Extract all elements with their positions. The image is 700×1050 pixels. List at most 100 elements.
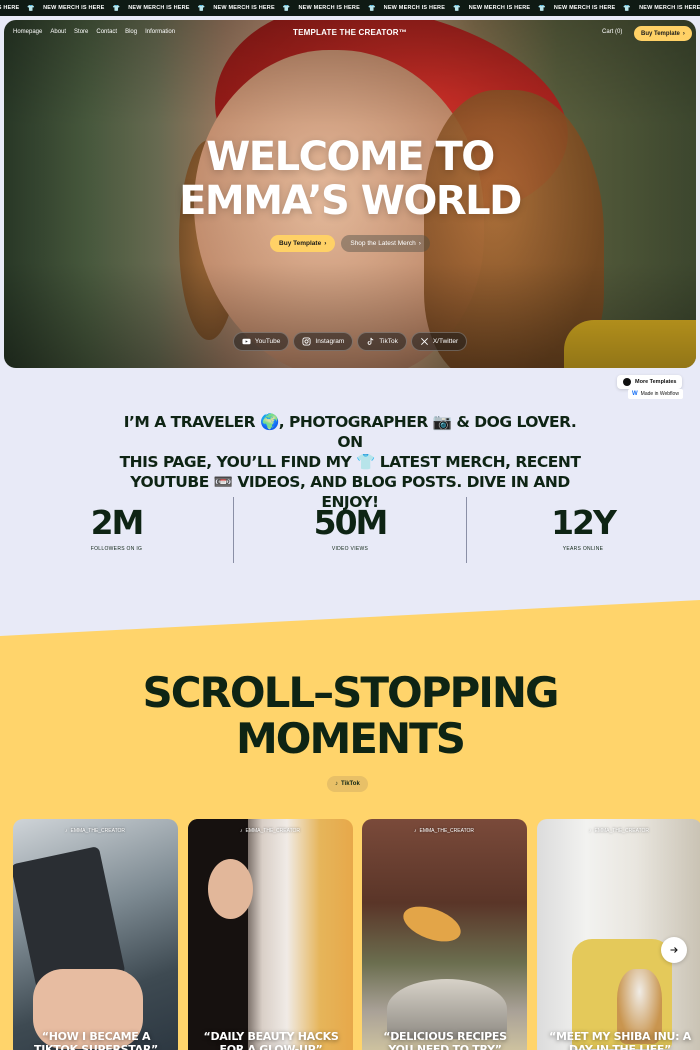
- video-card[interactable]: ♪ EMMA_THE_CREATOR “HOW I BECAME A TIKTOK…: [13, 819, 178, 1050]
- stat-video-views: 50M VIDEO VIEWS: [233, 497, 466, 563]
- card-caption: “DAILY BEAUTY HACKS FOR A GLOW-UP”: [203, 1030, 339, 1050]
- stat-label: FOLLOWERS ON IG: [90, 546, 143, 552]
- chevron-right-icon: ›: [418, 240, 421, 247]
- instagram-icon: [302, 337, 311, 346]
- x-twitter-icon: [420, 338, 428, 345]
- tshirt-icon: 👕: [453, 5, 461, 12]
- hero-buttons: Buy Template › Shop the Latest Merch ›: [4, 235, 696, 252]
- ticker-label: NEW MERCH IS HERE: [213, 5, 275, 11]
- ticker-item: NEW MERCH IS HERE 👕: [128, 5, 213, 12]
- carousel-next-button[interactable]: [661, 937, 687, 963]
- ticker-item: IS HERE 👕: [0, 5, 43, 12]
- tshirt-icon: 👕: [282, 5, 291, 12]
- ticker-item: NEW MERCH IS HERE 👕: [43, 5, 128, 12]
- stat-years-online: 12Y YEARS ONLINE: [466, 497, 699, 563]
- tshirt-icon: 👕: [197, 5, 206, 12]
- stats-row: 2M FOLLOWERS ON IG 50M VIDEO VIEWS 12Y Y…: [0, 497, 700, 563]
- hero-title-line2: EMMA’S WORLD: [179, 178, 522, 224]
- video-card[interactable]: ♪ EMMA_THE_CREATOR “DAILY BEAUTY HACKS FO…: [188, 819, 353, 1050]
- stat-label: YEARS ONLINE: [562, 546, 604, 552]
- buy-template-button[interactable]: Buy Template ›: [270, 235, 336, 252]
- ticker-label: NEW MERCH IS HERE: [553, 5, 616, 11]
- tshirt-icon: 👕: [27, 5, 36, 12]
- social-links: YouTube Instagram TikTok X/Twitter: [4, 332, 696, 351]
- moments-title: SCROLL–STOPPING MOMENTS: [0, 670, 700, 762]
- social-youtube[interactable]: YouTube: [232, 332, 290, 351]
- social-instagram[interactable]: Instagram: [293, 332, 354, 351]
- youtube-icon: [242, 338, 251, 345]
- social-tiktok-label: TikTok: [379, 338, 398, 345]
- more-templates-badge[interactable]: More Templates: [617, 375, 683, 389]
- stat-value: 2M: [90, 503, 145, 542]
- tiktok-icon: ♪: [589, 828, 592, 834]
- card-caption: “HOW I BECAME A TIKTOK SUPERSTAR”: [34, 1030, 158, 1050]
- card-handle: ♪ EMMA_THE_CREATOR: [414, 828, 474, 834]
- card-handle: ♪ EMMA_THE_CREATOR: [65, 828, 125, 834]
- tiktok-pill-label: TikTok: [341, 781, 360, 787]
- tiktok-filter-pill[interactable]: ♪ TikTok: [327, 776, 368, 792]
- webflow-logo-icon: [623, 378, 631, 386]
- ticker-label: NEW MERCH IS HERE: [128, 5, 190, 11]
- ticker-item: NEW MERCH IS HERE 👕: [299, 5, 384, 12]
- shop-merch-label: Shop the Latest Merch: [350, 240, 416, 247]
- ticker-track: IS HERE👕NEW MERCH IS HERE👕NEW MERCH IS H…: [0, 0, 700, 16]
- tshirt-icon: 👕: [112, 5, 121, 12]
- ticker-label: NEW MERCH IS HERE: [383, 5, 446, 11]
- stat-value: 12Y: [551, 503, 617, 542]
- card-caption: “DELICIOUS RECIPES YOU NEED TO TRY”: [383, 1030, 507, 1050]
- tshirt-icon: 👕: [538, 5, 546, 12]
- hero-section: Homepage About Store Contact Blog Inform…: [4, 20, 696, 368]
- card-handle-label: EMMA_THE_CREATOR: [419, 828, 475, 834]
- ticker-label: NEW MERCH IS HERE: [639, 5, 700, 11]
- card-photo-spoon: [398, 899, 466, 949]
- ticker-label: NEW MERCH IS HERE: [43, 5, 105, 11]
- card-photo-face: [208, 859, 253, 919]
- ticker-item: NEW MERCH IS HERE 👕: [384, 5, 469, 12]
- social-x-twitter[interactable]: X/Twitter: [410, 332, 468, 351]
- site-logo[interactable]: TEMPLATE THE CREATOR™: [4, 28, 696, 37]
- ticker-label: NEW MERCH IS HERE: [298, 5, 360, 11]
- webflow-w-icon: W: [632, 391, 638, 397]
- ticker-item: NEW MERCH IS HERE👕: [469, 5, 554, 12]
- tiktok-icon: [367, 337, 374, 345]
- ticker-item: NEW MERCH IS HERE 👕: [213, 5, 298, 12]
- video-card[interactable]: ♪ EMMA_THE_CREATOR “MEET MY SHIBA INU: A …: [537, 819, 700, 1050]
- merch-ticker: IS HERE👕NEW MERCH IS HERE👕NEW MERCH IS H…: [0, 0, 700, 16]
- top-nav: Homepage About Store Contact Blog Inform…: [4, 20, 696, 48]
- tshirt-icon: 👕: [623, 5, 632, 12]
- chevron-right-icon: ›: [682, 30, 685, 37]
- card-handle-label: EMMA_THE_CREATOR: [594, 828, 650, 834]
- arrow-right-icon: [670, 947, 678, 953]
- made-in-webflow-badge[interactable]: W Made in Webflow: [628, 389, 683, 399]
- card-handle-label: EMMA_THE_CREATOR: [245, 828, 301, 834]
- tshirt-icon: 👕: [367, 5, 376, 12]
- nav-buy-template-label: Buy Template: [641, 30, 680, 37]
- nav-buy-template-button[interactable]: Buy Template ›: [634, 26, 692, 41]
- stat-value: 50M: [313, 503, 389, 542]
- more-templates-label: More Templates: [635, 379, 677, 385]
- video-card[interactable]: ♪ EMMA_THE_CREATOR “DELICIOUS RECIPES YOU…: [362, 819, 527, 1050]
- card-handle: ♪ EMMA_THE_CREATOR: [589, 828, 649, 834]
- card-photo-hair: [188, 819, 248, 1050]
- card-caption: “MEET MY SHIBA INU: A DAY IN THE LIFE”: [549, 1030, 691, 1050]
- social-instagram-label: Instagram: [315, 338, 345, 345]
- intro-line2: THIS PAGE, YOU’LL FIND MY 👕 LATEST MERCH…: [119, 453, 581, 471]
- made-in-webflow-label: Made in Webflow: [640, 391, 679, 397]
- stat-label: VIDEO VIEWS: [331, 546, 369, 552]
- ticker-item: NEW MERCH IS HERE 👕: [554, 5, 639, 12]
- hero-title-line1: WELCOME TO: [206, 134, 495, 180]
- shop-merch-button[interactable]: Shop the Latest Merch ›: [341, 235, 430, 252]
- moments-title-line2: MOMENTS: [235, 714, 466, 763]
- card-handle-label: EMMA_THE_CREATOR: [70, 828, 126, 834]
- cart-link[interactable]: Cart (0): [602, 29, 622, 35]
- tiktok-icon: ♪: [335, 781, 338, 787]
- chevron-right-icon: ›: [324, 240, 327, 247]
- intro-line1: I’M A TRAVELER 🌍, PHOTOGRAPHER 📷 & DOG L…: [123, 413, 577, 451]
- card-handle: ♪ EMMA_THE_CREATOR: [240, 828, 300, 834]
- moments-title-line1: SCROLL–STOPPING: [142, 668, 559, 717]
- social-x-twitter-label: X/Twitter: [432, 338, 459, 345]
- ticker-item: NEW MERCH IS HERE👕: [639, 5, 700, 12]
- stat-followers: 2M FOLLOWERS ON IG: [0, 497, 233, 563]
- social-tiktok[interactable]: TikTok: [357, 332, 407, 351]
- social-youtube-label: YouTube: [254, 338, 281, 345]
